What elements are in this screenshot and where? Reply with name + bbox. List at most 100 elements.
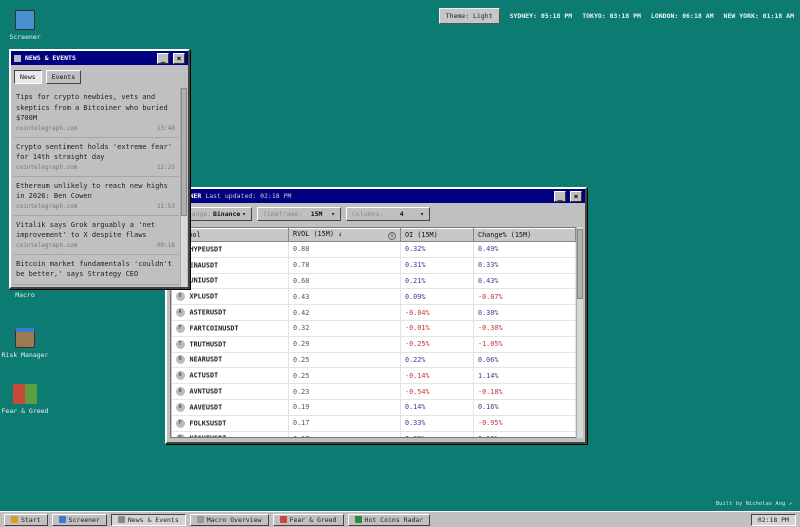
symbol-cell: T TRUTHUSDT [171, 336, 289, 353]
app-icon [117, 516, 125, 523]
taskbar-label: Macro Overview [206, 515, 262, 524]
oi-cell: 0.22% [400, 352, 474, 369]
close-button[interactable]: × [570, 190, 582, 202]
table-row[interactable]: N NEARUSDT 0.25 0.22% 0.06% [171, 352, 576, 369]
screener-table-container: Symbol RVOL (15M) ↓i OI (15M) Change% (1… [170, 227, 577, 438]
rvol-label: RVOL (15M) ↓ [293, 230, 343, 238]
table-row[interactable]: F FOLKSUSDT 0.17 0.33% -0.95% [171, 415, 576, 432]
taskbar-item-start[interactable]: Start [4, 513, 48, 526]
table-row[interactable]: UUNIUSDT 0.68 0.21% 0.43% [171, 273, 576, 290]
news-time: 09:18 [156, 241, 175, 249]
screener-scrollbar[interactable] [576, 227, 583, 438]
oi-cell: -0.04% [400, 304, 474, 321]
window-title: NEWS & EVENTS [25, 54, 76, 62]
table-row[interactable]: F FARTCOINUSDT 0.32 -0.01% -0.30% [171, 320, 576, 337]
rvol-cell: 0.25 [288, 367, 401, 385]
symbol: UNIUSDT [189, 276, 219, 285]
news-source: cointelegraph.com [16, 241, 78, 249]
table-row[interactable]: HHYPEUSDT 0.88 0.32% 0.49% [171, 241, 576, 258]
timeframe-select[interactable]: Timeframe: 15M ▾ [257, 207, 341, 221]
change-cell: -0.07% [473, 288, 576, 306]
scrollbar-thumb[interactable] [577, 229, 583, 299]
app-icon [279, 516, 287, 523]
theme-toggle[interactable]: Theme: Light [438, 8, 500, 24]
news-icon [14, 54, 21, 62]
desktop-icon-label: Fear & Greed [1, 407, 49, 415]
change-cell: 0.16% [473, 399, 576, 416]
screener-title-bar[interactable]: SCREENER Last updated: 02:18 PM _ × [167, 189, 585, 203]
tab-events[interactable]: Events [45, 70, 82, 84]
screener-window: SCREENER Last updated: 02:18 PM _ × Exch… [165, 187, 587, 444]
last-updated: Last updated: 02:18 PM [205, 192, 292, 200]
news-time: 11:53 [156, 202, 175, 210]
table-row[interactable]: A ACTUSDT 0.25 -0.14% 1.14% [171, 367, 576, 385]
symbol: NIGHTUSDT [190, 435, 227, 437]
minimize-button[interactable]: _ [554, 190, 566, 202]
coin-icon: A [175, 387, 185, 397]
news-item[interactable]: Bitcoin market fundamentals 'couldn't be… [13, 255, 179, 285]
screener-table: Symbol RVOL (15M) ↓i OI (15M) Change% (1… [171, 228, 576, 437]
rvol-cell: 0.23 [288, 383, 401, 400]
symbol: XPLUSDT [189, 292, 219, 301]
news-item[interactable]: Vitalik says Grok arguably a 'net improv… [13, 216, 179, 255]
symbol: HYPEUSDT [189, 245, 223, 254]
desktop-icon-screener[interactable]: Screener [0, 10, 50, 42]
oi-cell: 0.31% [400, 257, 474, 274]
desktop-icon-label: Risk Manager [1, 351, 49, 359]
news-item[interactable]: Crypto sentiment holds 'extreme fear' fo… [13, 138, 179, 177]
taskbar-item-hot-coins-radar[interactable]: Hot Coins Radar [347, 513, 431, 526]
column-header-oi[interactable]: OI (15M) [400, 228, 474, 242]
minimize-button[interactable]: _ [157, 52, 169, 64]
rvol-cell: 0.25 [288, 352, 401, 369]
table-row[interactable]: A AAVEUSDT 0.19 0.14% 0.16% [171, 399, 576, 416]
change-cell: -0.18% [473, 383, 576, 400]
rvol-cell: 0.68 [288, 273, 401, 290]
news-source: cointelegraph.com [16, 163, 78, 171]
taskbar-clock: 02:18 PM [750, 513, 796, 526]
table-row[interactable]: T TRUTHUSDT 0.29 -0.25% -1.05% [171, 336, 576, 353]
news-headline: Bitcoin market fundamentals 'couldn't be… [16, 259, 172, 279]
news-scrollbar[interactable] [180, 88, 187, 287]
columns-select[interactable]: Columns: 4 ▾ [346, 207, 430, 221]
scrollbar-thumb[interactable] [181, 88, 187, 216]
credit-link[interactable]: Built by Nicholas Ang ↗ [716, 501, 792, 507]
oi-cell: 0.32% [400, 241, 474, 258]
taskbar-item-fear-greed[interactable]: Fear & Greed [272, 513, 344, 526]
desktop-icon-risk-manager[interactable]: Risk Manager [0, 328, 50, 360]
news-title-bar[interactable]: NEWS & EVENTS _ × [11, 51, 188, 65]
info-icon[interactable]: i [388, 232, 396, 240]
column-header-rvol[interactable]: RVOL (15M) ↓ i [288, 228, 401, 242]
close-button[interactable]: × [173, 52, 185, 64]
column-header-change[interactable]: Change% (15M) [473, 228, 576, 242]
rvol-cell: 0.29 [288, 336, 401, 353]
tab-news[interactable]: News [14, 70, 42, 84]
rvol-cell: 0.17 [288, 431, 401, 437]
desktop-icon-fear-greed[interactable]: Fear & Greed [0, 384, 50, 416]
table-row[interactable]: N NIGHTUSDT 0.17 0.32% 0.10% [171, 431, 576, 437]
table-row[interactable]: A ASTERUSDT 0.42 -0.04% 0.30% [171, 304, 576, 321]
rvol-cell: 0.19 [288, 399, 401, 416]
table-row[interactable]: X XPLUSDT 0.43 0.09% -0.07% [171, 288, 576, 306]
symbol: FOLKSUSDT [189, 419, 227, 428]
taskbar-item-macro-overview[interactable]: Macro Overview [189, 513, 269, 526]
table-row[interactable]: A AVNTUSDT 0.23 -0.54% -0.18% [171, 383, 576, 400]
rvol-cell: 0.88 [288, 241, 401, 258]
news-headline: Tips for crypto newbies, vets and skepti… [16, 93, 168, 122]
news-time: 12:25 [156, 163, 175, 171]
clock-tokyo: TOKYO: 03:18 PM [582, 12, 641, 20]
oi-cell: -0.01% [400, 320, 474, 337]
taskbar-item-screener[interactable]: Screener [51, 513, 107, 526]
taskbar-item-news-events[interactable]: News & Events [110, 513, 186, 526]
news-window: NEWS & EVENTS _ × News Events Tips for c… [9, 49, 190, 289]
news-headline: Vitalik says Grok arguably a 'net improv… [16, 220, 156, 240]
oi-cell: -0.14% [400, 367, 474, 385]
change-cell: 0.33% [473, 257, 576, 274]
table-row[interactable]: EENAUSDT 0.78 0.31% 0.33% [171, 257, 576, 274]
news-headline: Crypto sentiment holds 'extreme fear' fo… [16, 142, 172, 162]
symbol: ACTUSDT [189, 371, 219, 380]
app-icon [354, 516, 362, 523]
oi-cell: 0.21% [400, 273, 474, 290]
news-item[interactable]: Tips for crypto newbies, vets and skepti… [13, 88, 179, 138]
news-item[interactable]: Ethereum unlikely to reach new highs in … [13, 177, 179, 216]
desktop-icon-label: Macro [15, 291, 35, 299]
